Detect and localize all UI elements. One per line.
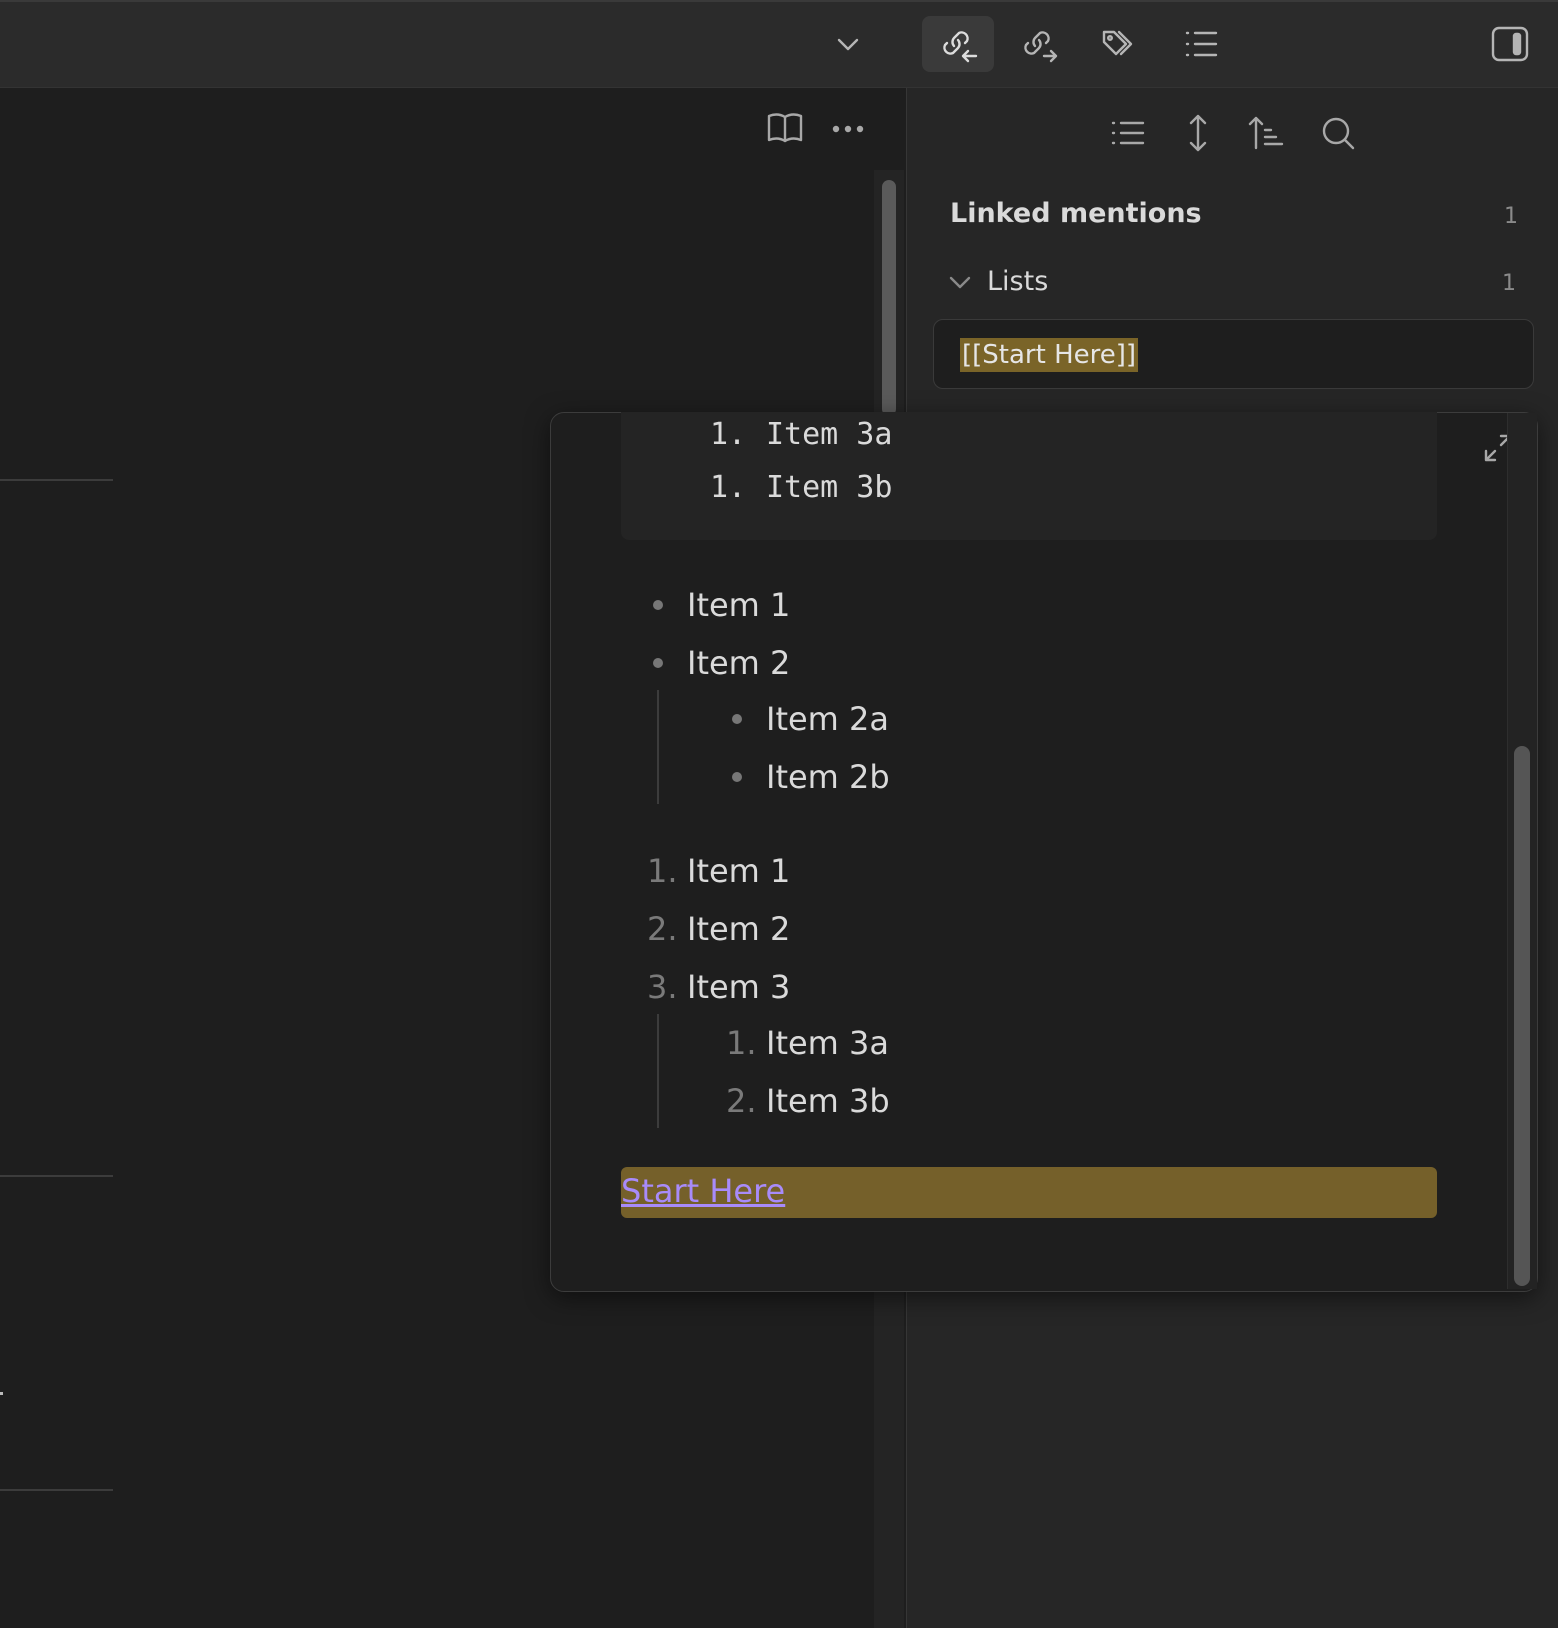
list-number: 2. [647,910,678,948]
list-item: Item 1 [687,586,791,624]
tags-icon[interactable] [1084,16,1156,72]
mention-group-lists[interactable]: Lists [987,266,1048,297]
list-number: 1. [726,1024,757,1062]
outgoing-links-icon[interactable] [1003,16,1075,72]
linked-mentions-count: 1 [1504,204,1518,229]
chevron-down-icon[interactable] [812,16,884,72]
bullet-marker [732,714,742,724]
bullet-marker [653,600,663,610]
start-here-link[interactable]: Start Here [621,1172,785,1210]
list-icon[interactable] [1108,113,1148,153]
more-options-icon[interactable] [826,112,870,146]
list-item: Item 3a [766,1024,889,1062]
search-icon[interactable] [1318,113,1358,153]
code-line-number: 1. [710,470,747,505]
list-item: Item 3b [766,1082,890,1120]
popover-scrollbar-thumb[interactable] [1514,746,1530,1286]
list-item: Item 2a [766,700,889,738]
list-item: Item 2b [766,758,890,796]
mention-group-count: 1 [1502,271,1516,296]
divider [0,1175,113,1177]
bullet-marker [653,658,663,668]
code-line-number: 1. [710,417,747,452]
title-bar [0,0,1558,88]
sort-icon[interactable] [1246,113,1286,153]
backlinks-icon[interactable] [922,16,994,72]
expand-collapse-icon[interactable] [1178,111,1218,155]
outline-icon[interactable] [1165,16,1237,72]
divider [0,479,113,481]
chevron-down-icon[interactable] [948,272,972,296]
divider [0,1489,113,1491]
book-open-icon[interactable] [765,108,805,148]
list-number: 3. [647,968,678,1006]
list-item: Item 3 [687,968,791,1006]
list-number: 1. [647,852,678,890]
list-item: Item 2 [687,910,791,948]
sidebar-toggle-icon[interactable] [1474,16,1546,72]
bullet-marker [732,772,742,782]
indent-guide [657,1014,659,1128]
code-line-text: Item 3a [766,417,893,452]
mention-highlight[interactable]: [[Start Here]] [960,338,1139,372]
cursor-mark [0,1392,3,1395]
list-item: Item 2 [687,644,791,682]
code-line-text: Item 3b [766,470,893,505]
linked-mentions-title[interactable]: Linked mentions [950,198,1202,229]
indent-guide [657,690,659,804]
editor-scrollbar-thumb[interactable] [882,180,896,416]
list-item: Item 1 [687,852,791,890]
list-number: 2. [726,1082,757,1120]
